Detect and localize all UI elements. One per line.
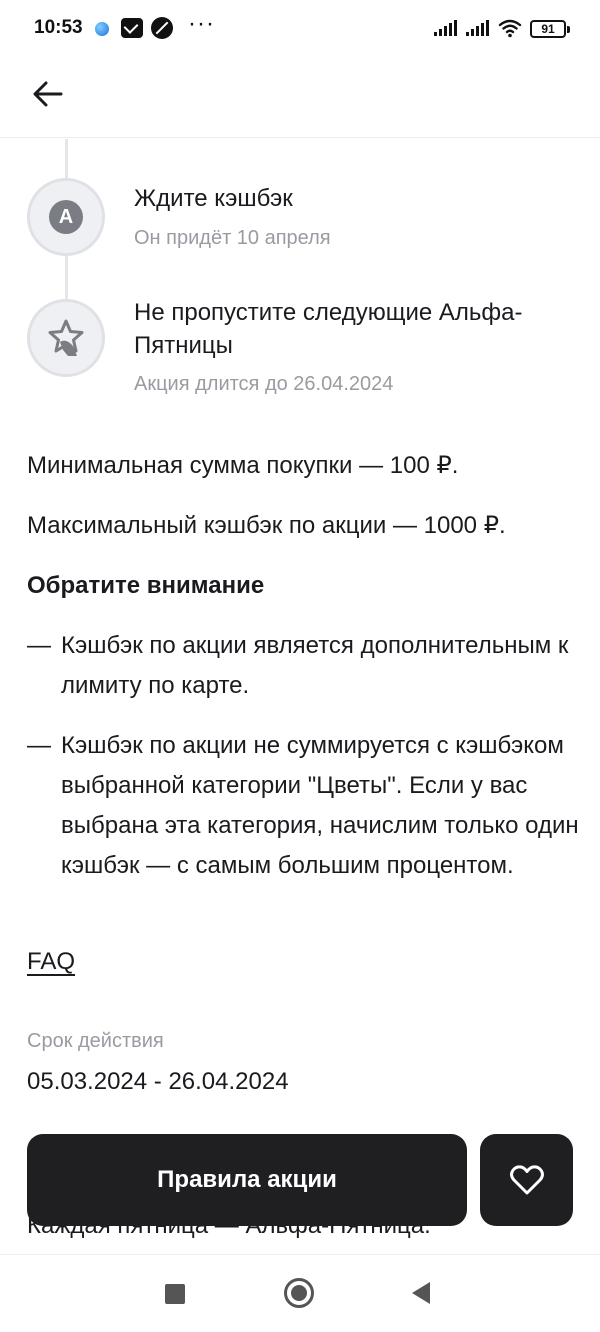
recent-apps-button[interactable] [165, 1284, 185, 1304]
mail-icon [121, 18, 143, 38]
step-title: Ждите кэшбэк [134, 185, 293, 212]
step-subtitle: Акция длится до 26.04.2024 [134, 373, 394, 395]
favorite-button[interactable] [480, 1134, 573, 1226]
wifi-icon [498, 19, 522, 38]
bullet-dash: — [27, 732, 51, 759]
step-icon-fridays [27, 299, 105, 377]
max-cashback-text: Максимальный кэшбэк по акции — 1000 ₽. [27, 512, 506, 539]
faq-link[interactable]: FAQ [27, 948, 75, 976]
bullet-text: Кэшбэк по акции является дополнительным … [61, 632, 569, 699]
list-item: — Кэшбэк по акции не суммируется с кэшбэ… [27, 726, 587, 886]
bullet-dash: — [27, 632, 51, 659]
bullet-text: Кэшбэк по акции не суммируется с кэшбэко… [61, 732, 579, 879]
status-time: 10:53 [34, 17, 83, 38]
home-button[interactable] [284, 1278, 314, 1308]
step-icon-cashback: A [27, 178, 105, 256]
validity-value: 05.03.2024 - 26.04.2024 [27, 1068, 289, 1095]
battery-indicator: 91 [530, 20, 570, 38]
step-title: Не пропустите следующие Альфа-Пятницы [134, 299, 523, 359]
top-app-bar [0, 58, 600, 138]
min-purchase-text: Минимальная сумма покупки — 100 ₽. [27, 452, 459, 479]
validity-label: Срок действия [27, 1030, 164, 1052]
do-not-disturb-icon [151, 17, 173, 39]
star-hand-icon [48, 319, 84, 356]
back-button[interactable] [24, 72, 72, 116]
status-bar: 10:53 ··· 91 [0, 0, 600, 58]
note-title: Обратите внимание [27, 572, 265, 599]
arrow-left-icon [33, 81, 63, 107]
list-item: — Кэшбэк по акции является дополнительны… [27, 626, 587, 706]
heart-icon [509, 1165, 544, 1195]
step-subtitle: Он придёт 10 апреля [134, 227, 331, 249]
more-notifications-icon: ··· [188, 10, 215, 37]
app-notification-icon [95, 22, 109, 36]
signal-icon [466, 20, 490, 36]
system-back-button[interactable] [412, 1282, 430, 1304]
promo-rules-button[interactable]: Правила акции [27, 1134, 467, 1226]
signal-icon [434, 20, 458, 36]
alfa-logo-icon: A [49, 200, 83, 234]
